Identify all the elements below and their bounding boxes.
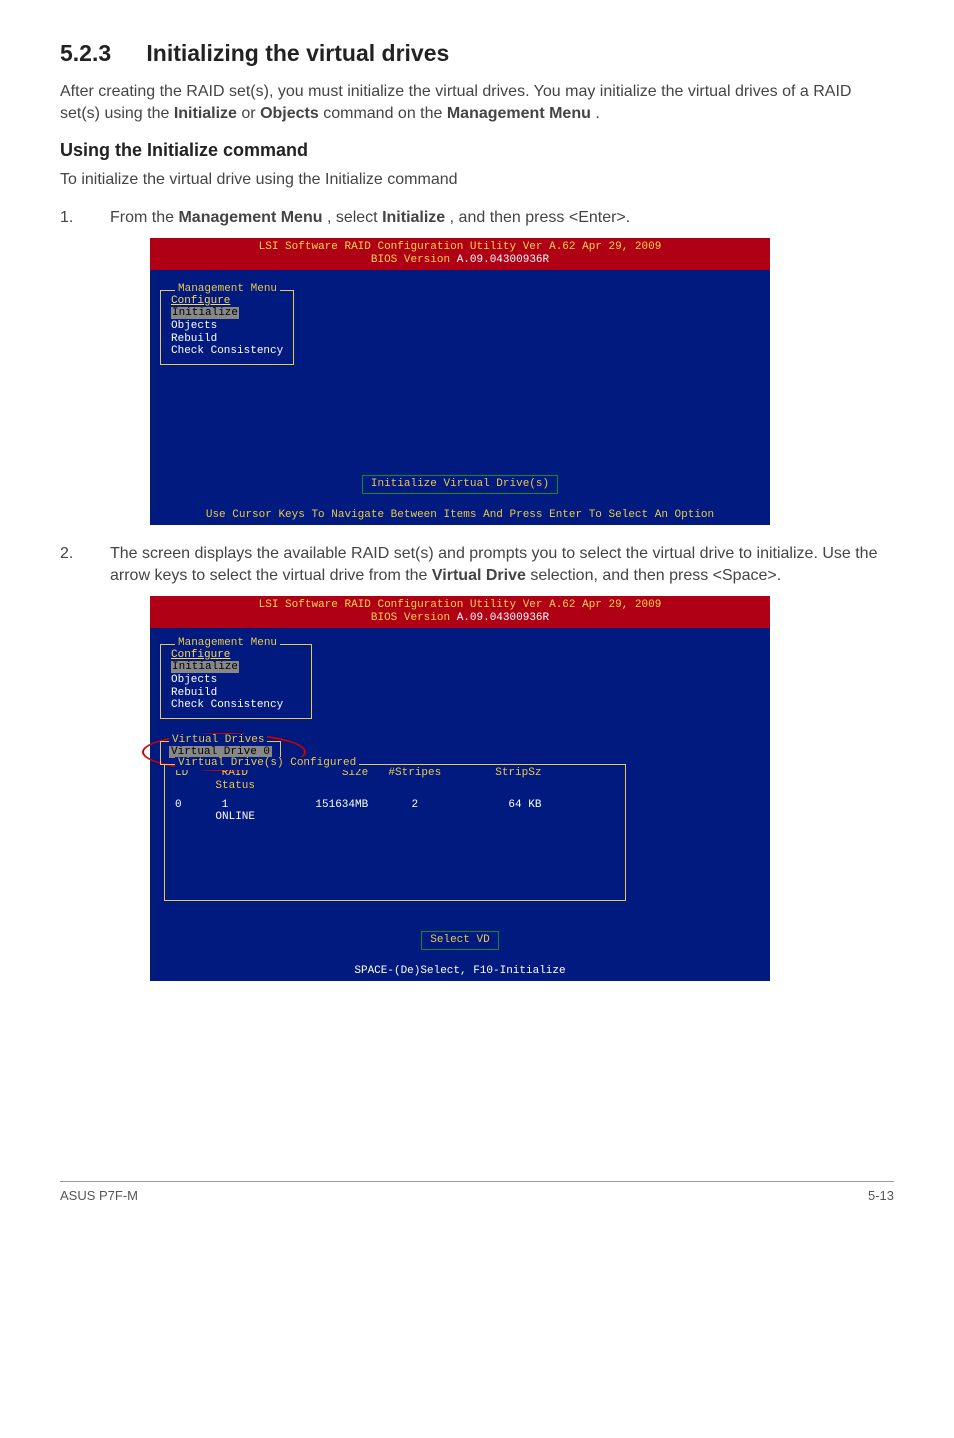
cell-size: 151634MB [283,799,368,812]
cell-stripsz: 64 KB [461,799,541,812]
virtual-drives-legend: Virtual Drives [169,734,267,747]
bios-status-bar: SPACE-(De)Select, F10-Initialize [150,962,770,982]
menu-legend: Management Menu [175,637,280,650]
bios-status-bar: Use Cursor Keys To Navigate Between Item… [150,506,770,526]
bios-title-line2b: A.09.04300936R [457,612,549,624]
step-text: The screen displays the available RAID s… [110,543,894,586]
bios-title-line2b: A.09.04300936R [457,254,549,266]
bios-titlebar: LSI Software RAID Configuration Utility … [150,596,770,627]
cell-raid: 1 [222,799,277,812]
virtual-drive-0[interactable]: Virtual Drive 0 [169,746,272,758]
text: . [595,105,599,122]
bold: Initialize [382,209,445,226]
menu-item-check-consistency[interactable]: Check Consistency [171,699,301,712]
menu-label-selected: Initialize [171,307,239,319]
section-number: 5.2.3 [60,40,140,67]
bold-objects: Objects [260,105,319,122]
text: selection, and then press <Space>. [530,567,781,584]
footer-right: 5-13 [868,1188,894,1203]
menu-item-objects[interactable]: Objects [171,320,283,333]
bios-hint-box: Select VD [421,931,498,950]
menu-item-rebuild[interactable]: Rebuild [171,687,301,700]
cell-ld: 0 [175,799,215,812]
menu-item-check-consistency[interactable]: Check Consistency [171,345,283,358]
text: , select [327,209,382,226]
bios-hint-box: Initialize Virtual Drive(s) [362,475,558,494]
subsection-body: To initialize the virtual drive using th… [60,169,894,191]
footer-left: ASUS P7F-M [60,1188,138,1203]
step-number: 2. [60,543,110,565]
page-footer: ASUS P7F-M 5-13 [60,1181,894,1203]
table-row[interactable]: 0 1 151634MB 2 64 KB ONLINE [175,799,615,824]
bios-title-line1: LSI Software RAID Configuration Utility … [259,599,662,611]
bold: Management Menu [178,209,322,226]
intro-paragraph: After creating the RAID set(s), you must… [60,81,894,124]
subsection-heading: Using the Initialize command [60,140,894,161]
col-stripes: #Stripes [375,767,455,780]
bios-titlebar: LSI Software RAID Configuration Utility … [150,238,770,269]
bios-title-line2a: BIOS Version [371,612,457,624]
menu-item-rebuild[interactable]: Rebuild [171,333,283,346]
cell-status: ONLINE [175,811,255,824]
menu-legend: Management Menu [175,283,280,296]
bold-initialize: Initialize [174,105,237,122]
menu-item-configure[interactable]: Configure [171,649,301,662]
bios-screenshot-1: LSI Software RAID Configuration Utility … [150,238,770,525]
bios-screenshot-2: LSI Software RAID Configuration Utility … [150,596,770,981]
management-menu-box: Management Menu Configure Initialize Obj… [160,644,312,719]
text: command on the [323,105,447,122]
menu-item-initialize[interactable]: Initialize [171,661,301,674]
menu-label: Configure [171,295,230,307]
menu-item-configure[interactable]: Configure [171,295,283,308]
cell-stripes: 2 [375,799,455,812]
bios-title-line2a: BIOS Version [371,254,457,266]
step-1: 1. From the Management Menu , select Ini… [60,207,894,229]
step-text: From the Management Menu , select Initia… [110,207,894,229]
text: or [241,105,260,122]
menu-item-initialize[interactable]: Initialize [171,307,283,320]
step-2: 2. The screen displays the available RAI… [60,543,894,586]
virtual-drives-configured-box: Virtual Drive(s) Configured LD RAID Size… [164,764,626,901]
menu-label-selected: Initialize [171,661,239,673]
text: From the [110,209,178,226]
section-heading: 5.2.3 Initializing the virtual drives [60,40,894,67]
bold: Virtual Drive [432,567,526,584]
menu-item-objects[interactable]: Objects [171,674,301,687]
text: , and then press <Enter>. [450,209,631,226]
menu-label: Configure [171,649,230,661]
col-stripsz: StripSz [461,767,541,780]
table-header-row: LD RAID Size #Stripes StripSz Status [175,767,615,792]
col-status: Status [175,780,255,793]
section-title: Initializing the virtual drives [146,40,449,66]
bold-management-menu: Management Menu [447,105,591,122]
bios-title-line1: LSI Software RAID Configuration Utility … [259,241,662,253]
step-number: 1. [60,207,110,229]
table-legend: Virtual Drive(s) Configured [175,757,359,770]
management-menu-box: Management Menu Configure Initialize Obj… [160,290,294,365]
